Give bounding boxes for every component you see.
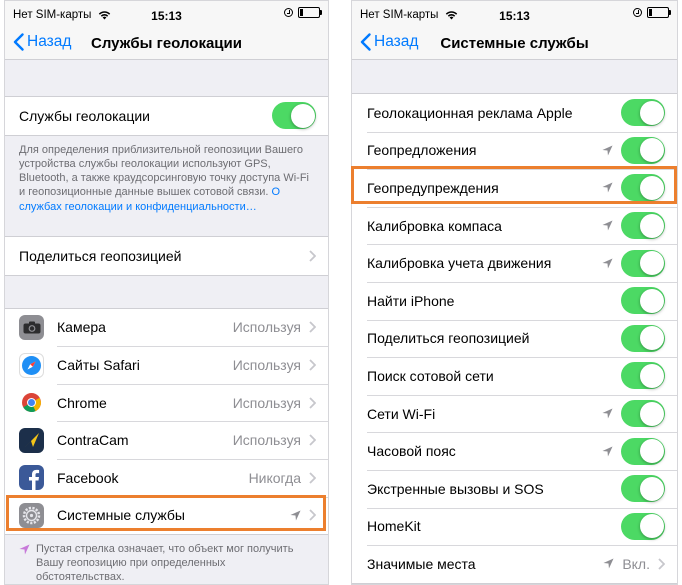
- system-service-row: Калибровка учета движения: [352, 244, 677, 282]
- hollow-arrow-icon: [19, 544, 30, 555]
- significant-locations-value: Вкл.: [622, 555, 650, 572]
- app-row-camera[interactable]: Камера Используя: [5, 309, 328, 347]
- highlight-geoalerts: [351, 166, 677, 204]
- system-service-toggle[interactable]: [621, 136, 665, 164]
- status-bar: Нет SIM-карты 15:13: [352, 1, 677, 29]
- system-service-row: Калибровка компаса: [352, 206, 677, 245]
- chevron-right-icon: [309, 397, 316, 409]
- page-title: Службы геолокации: [91, 35, 242, 52]
- system-service-row: Поиск сотовой сети: [352, 357, 677, 395]
- location-arrow-icon: [602, 220, 613, 231]
- rotation-lock-icon: [284, 8, 293, 17]
- system-service-label: Геолокационная реклама Apple: [367, 104, 573, 121]
- page-title: Системные службы: [440, 35, 589, 52]
- battery-icon: [298, 7, 322, 18]
- system-service-row: Геопредложения: [352, 131, 677, 170]
- highlight-system-services: [6, 495, 326, 531]
- system-service-row: Часовой пояс: [352, 432, 677, 470]
- facebook-icon: [19, 465, 44, 491]
- system-service-toggle[interactable]: [621, 287, 665, 315]
- location-services-row: Службы геолокации: [5, 97, 328, 135]
- system-service-label: Часовой пояс: [367, 443, 456, 460]
- system-services-screen: Нет SIM-карты 15:13 Назад Системные служ…: [351, 0, 678, 585]
- system-service-label: HomeKit: [367, 518, 421, 535]
- system-service-toggle[interactable]: [621, 400, 665, 428]
- chevron-right-icon: [309, 472, 316, 484]
- rotation-lock-icon: [633, 8, 642, 17]
- app-row-safari[interactable]: Сайты Safari Используя: [5, 346, 328, 384]
- system-service-label: Сети Wi-Fi: [367, 405, 436, 422]
- chevron-right-icon: [658, 558, 665, 570]
- system-service-row: HomeKit: [352, 507, 677, 546]
- status-bar: Нет SIM-карты 15:13: [5, 1, 328, 29]
- chevron-right-icon: [309, 250, 316, 262]
- location-services-toggle[interactable]: [272, 102, 316, 130]
- system-service-row: Геолокационная реклама Apple: [352, 94, 677, 132]
- chrome-icon: [19, 390, 44, 416]
- system-service-toggle[interactable]: [621, 99, 665, 127]
- system-service-label: Калибровка компаса: [367, 217, 502, 234]
- location-arrow-icon: [602, 145, 613, 156]
- system-service-toggle[interactable]: [621, 212, 665, 240]
- app-row-facebook[interactable]: Facebook Никогда: [5, 459, 328, 497]
- system-service-label: Калибровка учета движения: [367, 255, 552, 272]
- system-service-toggle[interactable]: [621, 249, 665, 277]
- battery-icon: [647, 7, 671, 18]
- app-row-contracam[interactable]: ContraCam Используя: [5, 421, 328, 459]
- nav-bar: Назад Системные службы: [352, 29, 677, 60]
- system-service-row: Поделиться геопозицией: [352, 319, 677, 358]
- location-services-label: Службы геолокации: [19, 107, 150, 124]
- location-arrow-icon: [602, 446, 613, 457]
- location-arrow-icon: [602, 258, 613, 269]
- status-time: 15:13: [151, 9, 182, 23]
- system-service-row: Экстренные вызовы и SOS: [352, 469, 677, 508]
- system-service-label: Геопредложения: [367, 142, 477, 159]
- nav-bar: Назад Службы геолокации: [5, 29, 328, 60]
- camera-icon: [19, 314, 44, 340]
- location-arrow-icon: [602, 408, 613, 419]
- hollow-arrow-note: Пустая стрелка означает, что объект мог …: [5, 535, 328, 584]
- share-location-row[interactable]: Поделиться геопозицией: [5, 237, 328, 275]
- system-service-label: Поиск сотовой сети: [367, 367, 494, 384]
- system-service-toggle[interactable]: [621, 512, 665, 540]
- system-service-toggle[interactable]: [621, 324, 665, 352]
- system-service-label: Экстренные вызовы и SOS: [367, 480, 544, 497]
- safari-icon: [19, 352, 44, 378]
- system-service-label: Найти iPhone: [367, 292, 455, 309]
- system-service-toggle[interactable]: [621, 362, 665, 390]
- contracam-icon: [19, 427, 44, 453]
- chevron-right-icon: [309, 434, 316, 446]
- system-service-row: Сети Wi-Fi: [352, 394, 677, 433]
- chevron-right-icon: [309, 321, 316, 334]
- system-service-toggle[interactable]: [621, 475, 665, 503]
- significant-locations-row[interactable]: Значимые места Вкл.: [352, 545, 677, 583]
- system-service-label: Поделиться геопозицией: [367, 330, 530, 347]
- chevron-right-icon: [309, 359, 316, 371]
- location-arrow-icon: [603, 558, 614, 569]
- location-services-description: Для определения приблизительной геопозиц…: [19, 143, 309, 213]
- status-time: 15:13: [499, 9, 530, 23]
- system-service-toggle[interactable]: [621, 437, 665, 465]
- app-row-chrome[interactable]: Chrome Используя: [5, 383, 328, 422]
- system-service-row: Найти iPhone: [352, 281, 677, 320]
